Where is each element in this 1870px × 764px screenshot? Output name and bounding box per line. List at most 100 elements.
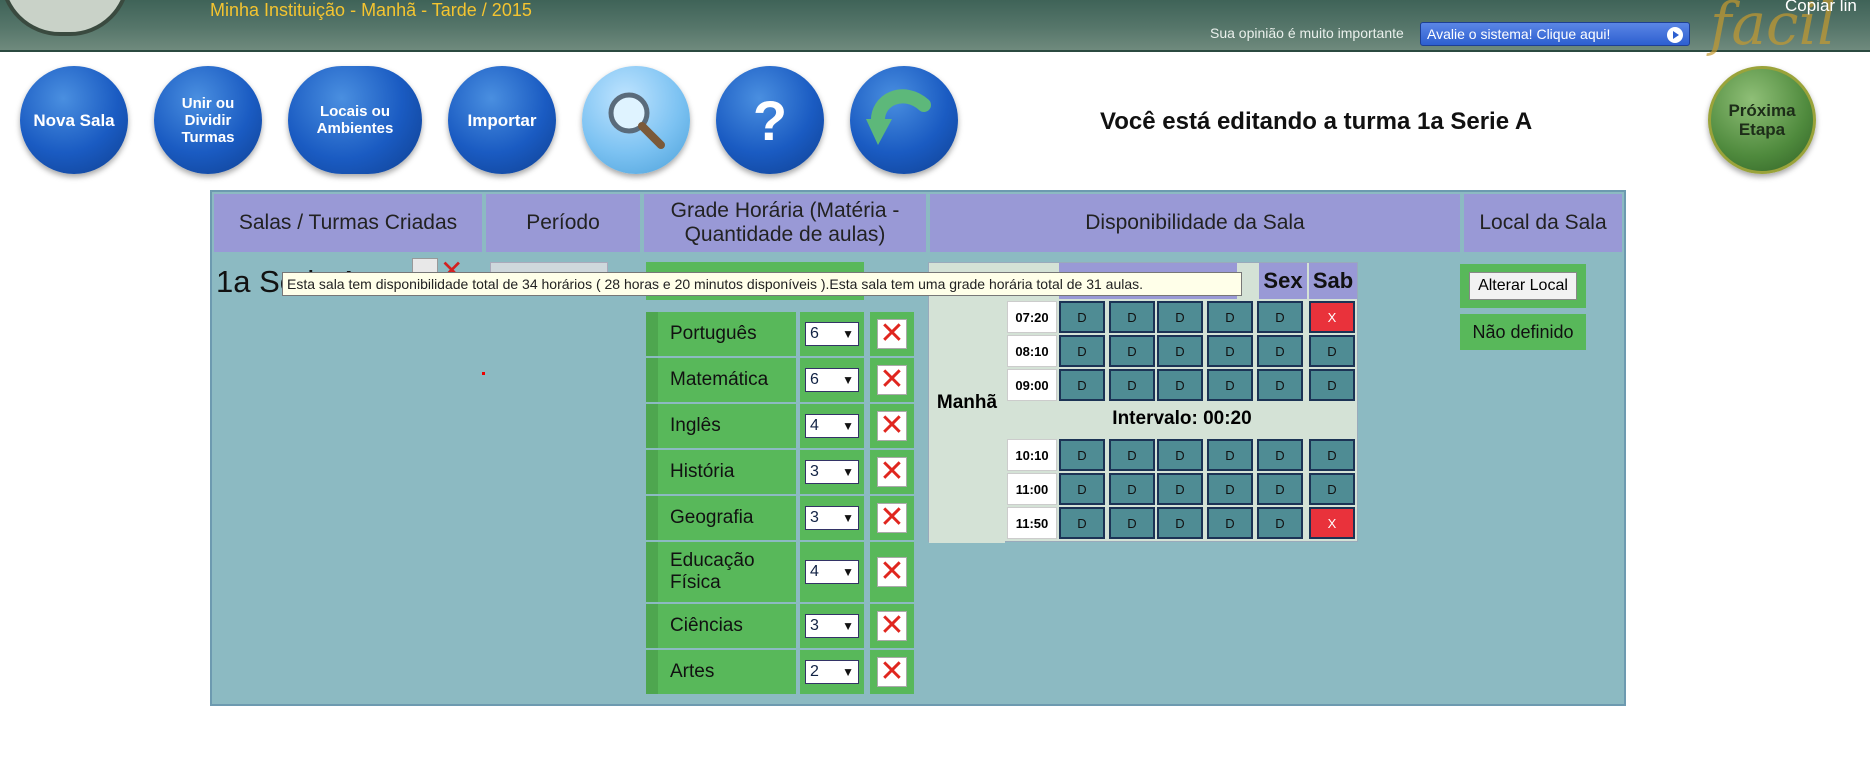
materia-name: Ciências (646, 604, 796, 648)
top-bar: Minha Instituição - Manhã - Tarde / 2015… (0, 0, 1870, 58)
materia-name: Inglês (646, 404, 796, 448)
search-button[interactable] (582, 66, 690, 174)
delete-materia-icon[interactable]: ✕ (877, 319, 907, 349)
slot-available[interactable]: D (1059, 301, 1105, 333)
slot-available[interactable]: D (1207, 439, 1253, 471)
slot-available[interactable]: D (1157, 301, 1203, 333)
slot-available[interactable]: D (1257, 335, 1303, 367)
cursor-dot (482, 372, 485, 375)
slot-available[interactable]: D (1059, 369, 1105, 401)
time-slot: 09:00 (1007, 369, 1057, 401)
nova-sala-button[interactable]: Nova Sala (20, 66, 128, 174)
copy-link[interactable]: Copiar lin (1785, 0, 1857, 16)
time-slot: 10:10 (1007, 439, 1057, 471)
quantity-select[interactable]: 4 (805, 414, 859, 438)
delete-materia-icon[interactable]: ✕ (877, 657, 907, 687)
intervalo-label: Intervalo: 00:20 (1112, 408, 1252, 429)
slot-available[interactable]: D (1157, 507, 1203, 539)
slot-available[interactable]: D (1309, 369, 1355, 401)
time-slot: 07:20 (1007, 301, 1057, 333)
materia-name: Geografia (646, 496, 796, 540)
delete-materia-icon[interactable]: ✕ (877, 611, 907, 641)
delete-materia-icon[interactable]: ✕ (877, 365, 907, 395)
delete-materia-icon[interactable]: ✕ (877, 411, 907, 441)
magnifier-icon (608, 92, 665, 149)
header-periodo: Período (486, 194, 640, 252)
materia-name: Português (646, 312, 796, 356)
shift-label: Manhã (929, 263, 1005, 543)
local-status: Não definido (1460, 314, 1586, 350)
local-actions: Alterar Local (1460, 264, 1586, 308)
slot-available[interactable]: D (1059, 473, 1105, 505)
proxima-etapa-button[interactable]: Próxima Etapa (1708, 66, 1816, 174)
slot-available[interactable]: D (1157, 369, 1203, 401)
materia-name: Educação Física (646, 542, 796, 602)
slot-available[interactable]: D (1157, 439, 1203, 471)
rate-system-label: Avalie o sistema! Clique aqui! (1427, 26, 1611, 42)
header-salas: Salas / Turmas Criadas (214, 194, 482, 252)
tooltip: Esta sala tem disponibilidade total de 3… (282, 272, 1242, 296)
slot-available[interactable]: D (1257, 369, 1303, 401)
clock-logo (0, 0, 130, 36)
slot-available[interactable]: D (1257, 507, 1303, 539)
slot-available[interactable]: D (1207, 369, 1253, 401)
play-icon (1667, 27, 1683, 43)
delete-materia-icon[interactable]: ✕ (877, 503, 907, 533)
day-header-sex: Sex (1259, 263, 1307, 299)
slot-available[interactable]: D (1309, 473, 1355, 505)
quantity-select[interactable]: 6 (805, 368, 859, 392)
slot-available[interactable]: D (1257, 301, 1303, 333)
slot-available[interactable]: D (1309, 335, 1355, 367)
slot-available[interactable]: D (1109, 369, 1155, 401)
back-button[interactable] (850, 66, 958, 174)
materia-name: Artes (646, 650, 796, 694)
delete-materia-icon[interactable]: ✕ (877, 457, 907, 487)
quantity-select[interactable]: 2 (805, 660, 859, 684)
slot-available[interactable]: D (1109, 473, 1155, 505)
locais-button[interactable]: Locais ou Ambientes (288, 66, 422, 174)
slot-available[interactable]: D (1257, 473, 1303, 505)
editing-title: Você está editando a turma 1a Serie A (1100, 108, 1533, 135)
materia-name: História (646, 450, 796, 494)
alterar-local-button[interactable]: Alterar Local (1469, 272, 1577, 300)
header-grade: Grade Horária (Matéria - Quantidade de a… (644, 194, 926, 252)
slot-available[interactable]: D (1207, 301, 1253, 333)
slot-available[interactable]: D (1059, 439, 1105, 471)
slot-available[interactable]: D (1109, 301, 1155, 333)
slot-blocked[interactable]: X (1309, 507, 1355, 539)
slot-available[interactable]: D (1109, 335, 1155, 367)
institution-name: Minha Instituição - Manhã - Tarde / 2015 (210, 0, 532, 20)
day-header-sab: Sab (1309, 263, 1357, 299)
materia-name: Matemática (646, 358, 796, 402)
help-button[interactable]: ? (716, 66, 824, 174)
slot-available[interactable]: D (1207, 473, 1253, 505)
opinion-text: Sua opinião é muito importante (1210, 25, 1404, 41)
time-slot: 11:50 (1007, 507, 1057, 539)
slot-available[interactable]: D (1059, 335, 1105, 367)
importar-button[interactable]: Importar (448, 66, 556, 174)
rate-system-button[interactable]: Avalie o sistema! Clique aqui! (1420, 22, 1690, 46)
slot-available[interactable]: D (1257, 439, 1303, 471)
slot-available[interactable]: D (1109, 507, 1155, 539)
header-local: Local da Sala (1464, 194, 1622, 252)
slot-available[interactable]: D (1207, 507, 1253, 539)
slot-available[interactable]: D (1157, 335, 1203, 367)
unir-dividir-button[interactable]: Unir ou Dividir Turmas (154, 66, 262, 174)
time-slot: 08:10 (1007, 335, 1057, 367)
quantity-select[interactable]: 4 (805, 560, 859, 584)
slot-available[interactable]: D (1109, 439, 1155, 471)
delete-materia-icon[interactable]: ✕ (877, 557, 907, 587)
slot-available[interactable]: D (1309, 439, 1355, 471)
slot-blocked[interactable]: X (1309, 301, 1355, 333)
time-slot: 11:00 (1007, 473, 1057, 505)
availability-grid: Manhã i Sex Sab 07:20 08:10 09:00 Interv… (928, 262, 1358, 543)
quantity-select[interactable]: 3 (805, 614, 859, 638)
turmas-panel: Salas / Turmas Criadas Período Grade Hor… (210, 190, 1626, 706)
slot-available[interactable]: D (1157, 473, 1203, 505)
slot-available[interactable]: D (1207, 335, 1253, 367)
undo-arrow-icon (866, 89, 931, 145)
quantity-select[interactable]: 3 (805, 506, 859, 530)
slot-available[interactable]: D (1059, 507, 1105, 539)
quantity-select[interactable]: 3 (805, 460, 859, 484)
quantity-select[interactable]: 6 (805, 322, 859, 346)
